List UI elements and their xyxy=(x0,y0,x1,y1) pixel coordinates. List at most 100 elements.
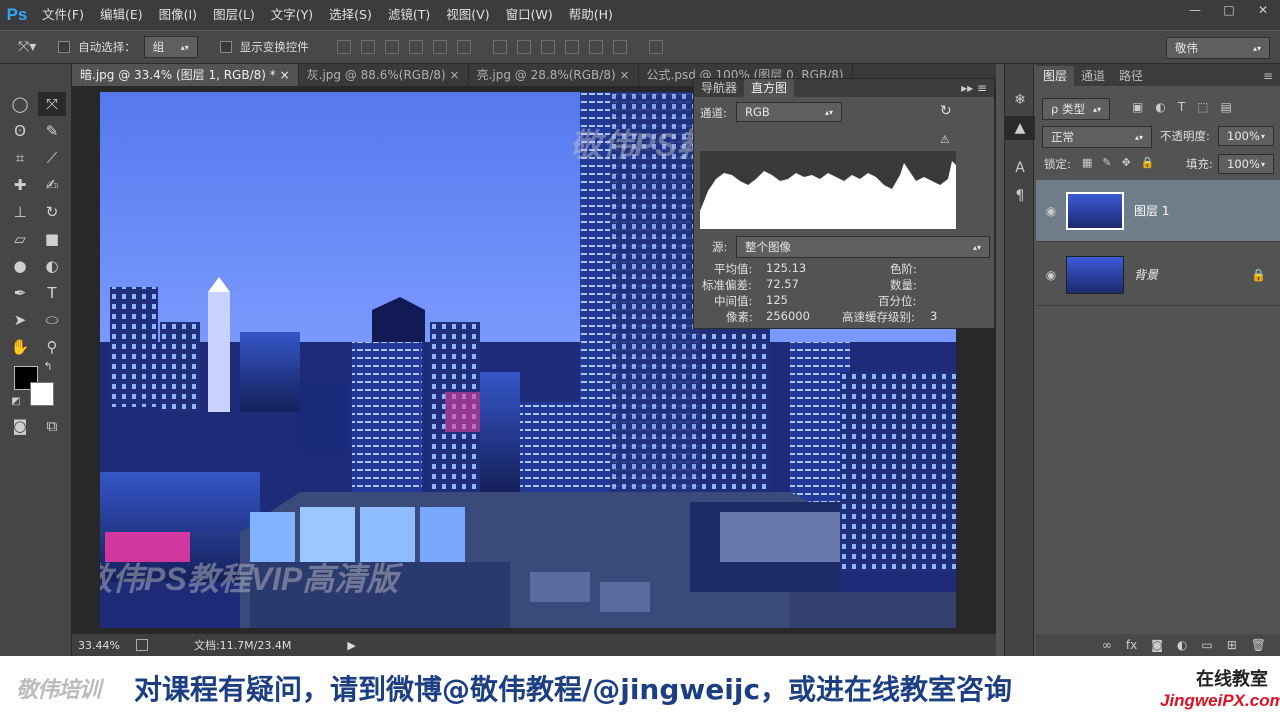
eraser-tool-icon[interactable]: ▱ xyxy=(6,227,34,251)
quick-select-tool-icon[interactable]: ✎ xyxy=(38,119,66,143)
dodge-tool-icon[interactable]: ◐ xyxy=(38,254,66,278)
history-brush-icon[interactable]: ↻ xyxy=(38,200,66,224)
gradient-tool-icon[interactable]: ■ xyxy=(38,227,66,251)
opacity-field[interactable]: 100% ▾ xyxy=(1218,126,1274,146)
pen-tool-icon[interactable]: ✒ xyxy=(6,281,34,305)
delete-layer-icon[interactable]: 🗑 xyxy=(1251,638,1266,652)
layer-style-icon[interactable]: fx xyxy=(1126,638,1137,652)
layer-name[interactable]: 图层 1 xyxy=(1134,202,1169,219)
menu-help[interactable]: 帮助(H) xyxy=(561,0,621,30)
zoom-level[interactable]: 33.44% xyxy=(78,639,120,652)
menu-window[interactable]: 窗口(W) xyxy=(498,0,561,30)
filter-type-icon[interactable]: T xyxy=(1178,100,1185,114)
histogram-icon[interactable]: ▲ xyxy=(1005,116,1035,140)
distribute-left-icon[interactable] xyxy=(564,40,579,54)
tab-histogram[interactable]: 直方图 xyxy=(744,79,795,97)
distribute-bottom-icon[interactable] xyxy=(540,40,555,54)
tab-paths[interactable]: 路径 xyxy=(1112,66,1150,86)
close-tab-icon[interactable]: × xyxy=(450,68,460,82)
tab-channels[interactable]: 通道 xyxy=(1074,66,1112,86)
align-top-icon[interactable] xyxy=(336,40,351,54)
tab-gray-jpg[interactable]: 灰.jpg @ 88.6%(RGB/8) × xyxy=(299,64,469,86)
link-layers-icon[interactable]: ∞ xyxy=(1102,638,1112,652)
lock-all-icon[interactable]: 🔒 xyxy=(1141,156,1155,169)
distribute-vcenter-icon[interactable] xyxy=(516,40,531,54)
tab-bright-jpg[interactable]: 亮.jpg @ 28.8%(RGB/8) × xyxy=(469,64,639,86)
menu-filter[interactable]: 滤镜(T) xyxy=(380,0,438,30)
move-tool-icon[interactable]: ⤧ xyxy=(38,92,66,116)
panel-menu-icon[interactable]: ≡ xyxy=(1256,66,1280,86)
filter-adjust-icon[interactable]: ◐ xyxy=(1155,100,1165,114)
tab-dark-jpg[interactable]: 暗.jpg @ 33.4% (图层 1, RGB/8) * × xyxy=(72,64,299,86)
close-tab-icon[interactable]: × xyxy=(619,68,629,82)
align-right-icon[interactable] xyxy=(456,40,471,54)
character-icon[interactable]: A xyxy=(1005,156,1035,180)
tab-navigator[interactable]: 导航器 xyxy=(694,79,744,97)
eyedropper-tool-icon[interactable]: ⟋ xyxy=(38,146,66,170)
layer-row-layer1[interactable]: ◉ 图层 1 xyxy=(1036,180,1280,242)
filter-shape-icon[interactable]: ⬚ xyxy=(1197,100,1208,114)
default-colors-icon[interactable]: ◩ xyxy=(6,394,26,408)
fill-field[interactable]: 100% ▾ xyxy=(1218,154,1274,174)
healing-brush-icon[interactable]: ✚ xyxy=(6,173,34,197)
add-mask-icon[interactable]: ◙ xyxy=(1151,638,1163,652)
path-select-icon[interactable]: ➤ xyxy=(6,308,34,332)
status-arrow-icon[interactable]: ▶ xyxy=(347,639,355,652)
zoom-tool-icon[interactable]: ⚲ xyxy=(38,335,66,359)
distribute-hcenter-icon[interactable] xyxy=(588,40,603,54)
background-color-swatch[interactable] xyxy=(30,382,54,406)
layer-row-background[interactable]: ◉ 背景 🔒 xyxy=(1036,244,1280,306)
move-tool-icon[interactable]: ⤧▾ xyxy=(18,39,36,55)
menu-view[interactable]: 视图(V) xyxy=(438,0,497,30)
new-group-icon[interactable]: ▭ xyxy=(1201,638,1212,652)
lock-position-icon[interactable]: ✥ xyxy=(1122,156,1131,169)
new-layer-icon[interactable]: ⊞ xyxy=(1227,638,1237,652)
channel-dropdown[interactable]: RGB ▴▾ xyxy=(736,102,842,122)
close-tab-icon[interactable]: × xyxy=(280,68,290,82)
type-tool-icon[interactable]: T xyxy=(38,281,66,305)
screen-mode-icon[interactable]: ⧉ xyxy=(38,414,66,438)
lock-transparent-icon[interactable]: ▦ xyxy=(1082,156,1092,169)
status-menu-icon[interactable] xyxy=(135,639,148,651)
layer-name[interactable]: 背景 xyxy=(1134,266,1158,283)
workspace-dropdown[interactable]: 敬伟 ▴▾ xyxy=(1166,37,1270,59)
adjustment-layer-icon[interactable]: ◐ xyxy=(1177,638,1187,652)
navigator-icon[interactable]: ❄ xyxy=(1005,88,1035,112)
swap-colors-icon[interactable]: ↰ xyxy=(38,359,58,373)
refresh-icon[interactable]: ↻ xyxy=(940,103,952,119)
filter-pixel-icon[interactable]: ▣ xyxy=(1132,100,1143,114)
menu-select[interactable]: 选择(S) xyxy=(321,0,380,30)
marquee-tool-icon[interactable]: ◯ xyxy=(6,92,34,116)
crop-tool-icon[interactable]: ⌗ xyxy=(6,146,34,170)
auto-align-icon[interactable] xyxy=(648,40,663,54)
brush-tool-icon[interactable]: ✍ xyxy=(38,173,66,197)
menu-type[interactable]: 文字(Y) xyxy=(263,0,321,30)
distribute-top-icon[interactable] xyxy=(492,40,507,54)
source-dropdown[interactable]: 整个图像 ▴▾ xyxy=(736,236,990,258)
close-window-button[interactable]: ✕ xyxy=(1246,0,1280,20)
minimize-button[interactable]: — xyxy=(1178,0,1212,20)
filter-smart-icon[interactable]: ▤ xyxy=(1221,100,1232,114)
menu-image[interactable]: 图像(I) xyxy=(151,0,205,30)
maximize-button[interactable]: □ xyxy=(1212,0,1246,20)
paragraph-icon[interactable]: ¶ xyxy=(1005,184,1035,208)
tab-layers[interactable]: 图层 xyxy=(1036,66,1075,86)
layer-filter-dropdown[interactable]: ρ 类型 ▴▾ xyxy=(1042,98,1110,120)
auto-select-dropdown[interactable]: 组 ▴▾ xyxy=(143,36,198,58)
clone-stamp-icon[interactable]: ⊥ xyxy=(6,200,34,224)
visibility-eye-icon[interactable]: ◉ xyxy=(1036,268,1066,282)
align-vcenter-icon[interactable] xyxy=(360,40,375,54)
ellipse-tool-icon[interactable]: ⬭ xyxy=(38,308,66,332)
lasso-tool-icon[interactable]: ʘ xyxy=(6,119,34,143)
align-left-icon[interactable] xyxy=(408,40,423,54)
blend-mode-dropdown[interactable]: 正常 ▴▾ xyxy=(1042,126,1152,148)
auto-select-checkbox[interactable] xyxy=(58,41,71,53)
align-hcenter-icon[interactable] xyxy=(432,40,447,54)
show-transform-checkbox[interactable] xyxy=(219,41,232,53)
hand-tool-icon[interactable]: ✋ xyxy=(6,335,34,359)
menu-file[interactable]: 文件(F) xyxy=(34,0,92,30)
menu-edit[interactable]: 编辑(E) xyxy=(92,0,151,30)
lock-pixels-icon[interactable]: ✎ xyxy=(1102,156,1111,169)
visibility-eye-icon[interactable]: ◉ xyxy=(1036,204,1066,218)
blur-tool-icon[interactable]: ● xyxy=(6,254,34,278)
